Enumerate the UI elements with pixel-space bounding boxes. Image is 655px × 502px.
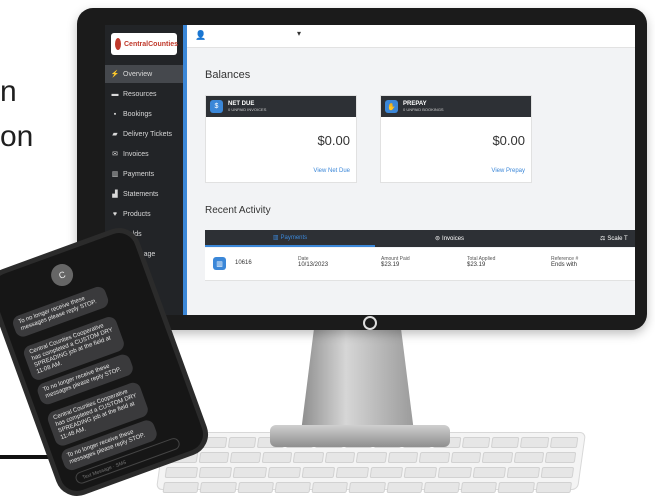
recent-activity-heading: Recent Activity <box>205 205 271 216</box>
logo-text: CentralCounties <box>124 40 179 48</box>
prepay-amount: $0.00 <box>492 133 525 148</box>
payment-number: 10616 <box>235 260 252 266</box>
monitor-stand-neck <box>300 330 415 440</box>
tab-label: Scale T <box>607 235 628 242</box>
background-text-2: on <box>0 120 34 153</box>
tab-invoices[interactable]: ⊜ Invoices <box>435 230 515 247</box>
total-applied-column: Total Applied $23.19 <box>467 256 495 268</box>
envelope-icon: ✉ <box>112 151 118 158</box>
chart-icon: ▟ <box>112 191 118 198</box>
tab-label: Invoices <box>442 235 465 242</box>
sidebar-item-products[interactable]: ♥ Products <box>105 205 183 223</box>
folder-icon: ▬ <box>111 90 119 98</box>
payment-icon: ▥ <box>213 257 226 270</box>
app-logo[interactable]: CentralCounties <box>111 33 179 55</box>
amount-paid-value: $23.19 <box>381 262 400 268</box>
top-bar: 👤 ▾ <box>187 25 635 48</box>
prepay-card: ✋ PREPAY 0 UNPAID BOOKINGS $0.00 View Pr… <box>380 95 532 183</box>
truck-icon: ▰ <box>112 131 118 138</box>
bolt-icon: ⚡ <box>110 71 120 78</box>
sidebar-item-label: Payments <box>123 170 155 178</box>
tab-label: Payments <box>280 234 308 241</box>
message-icon: ▪ <box>113 110 117 118</box>
date-value: 10/13/2023 <box>298 262 329 268</box>
dollar-icon: $ <box>210 100 223 113</box>
user-icon[interactable]: 👤 <box>195 30 206 41</box>
activity-row[interactable]: ▥ 10616 Date 10/13/2023 Amount Paid $23.… <box>205 248 635 281</box>
monitor-screen: CentralCounties ⚡ Overview ▬ Resources ▪ Bo… <box>105 25 635 315</box>
sidebar-item-bookings[interactable]: ▪ Bookings <box>105 105 183 123</box>
sidebar-item-resources[interactable]: ▬ Resources <box>105 85 183 103</box>
sidebar-item-label: Delivery Tickets <box>123 130 173 138</box>
logo-mark-icon <box>115 38 121 50</box>
view-net-due-link[interactable]: View Net Due <box>313 168 350 174</box>
monitor-stand-base <box>270 425 450 447</box>
invoices-tab-icon: ⊜ <box>435 236 441 242</box>
date-column: Date 10/13/2023 <box>298 256 328 268</box>
droplet-icon: ♥ <box>112 210 118 218</box>
sidebar-item-delivery-tickets[interactable]: ▰ Delivery Tickets <box>105 125 183 143</box>
amount-paid-column: Amount Paid $23.19 <box>381 256 410 268</box>
reference-column: Reference # Ends with <box>551 256 578 268</box>
chevron-down-icon[interactable]: ▾ <box>297 29 301 38</box>
total-applied-value: $23.19 <box>467 262 486 268</box>
tab-payments[interactable]: ▥ Payments <box>205 230 375 247</box>
net-due-card-header: $ NET DUE 0 UNPAID INVOICES <box>206 96 356 117</box>
sidebar-item-invoices[interactable]: ✉ Invoices <box>105 145 183 163</box>
sidebar-item-label: Products <box>123 210 151 218</box>
reference-value: Ends with <box>551 262 578 268</box>
prepay-icon: ✋ <box>385 100 398 113</box>
power-icon[interactable] <box>363 316 377 330</box>
sidebar-item-payments[interactable]: ▥ Payments <box>105 165 183 183</box>
prepay-card-header: ✋ PREPAY 0 UNPAID BOOKINGS <box>381 96 531 117</box>
net-due-amount: $0.00 <box>317 133 350 148</box>
tab-scale-tickets[interactable]: ⚖ Scale T <box>600 230 635 247</box>
sidebar-item-statements[interactable]: ▟ Statements <box>105 185 183 203</box>
balances-heading: Balances <box>205 69 251 81</box>
scale-tab-icon: ⚖ <box>600 236 606 242</box>
net-due-card: $ NET DUE 0 UNPAID INVOICES $0.00 View N… <box>205 95 357 183</box>
sidebar-item-label: Resources <box>123 90 157 98</box>
prepay-subtitle: 0 UNPAID BOOKINGS <box>403 106 444 112</box>
view-prepay-link[interactable]: View Prepay <box>491 168 525 174</box>
money-icon: ▥ <box>111 171 119 178</box>
contact-avatar: C <box>47 260 77 290</box>
sidebar-item-overview[interactable]: ⚡ Overview <box>105 65 183 83</box>
activity-tabs: ▥ Payments ⊜ Invoices ⚖ Scale T <box>205 230 635 247</box>
sidebar-item-label: Bookings <box>123 110 152 118</box>
sidebar-item-label: Statements <box>123 190 159 198</box>
background-text-1: n <box>0 75 17 108</box>
payments-tab-icon: ▥ <box>272 235 279 241</box>
sidebar-item-label: Overview <box>123 70 153 78</box>
sidebar-item-label: Invoices <box>123 150 149 158</box>
net-due-subtitle: 0 UNPAID INVOICES <box>228 106 267 112</box>
